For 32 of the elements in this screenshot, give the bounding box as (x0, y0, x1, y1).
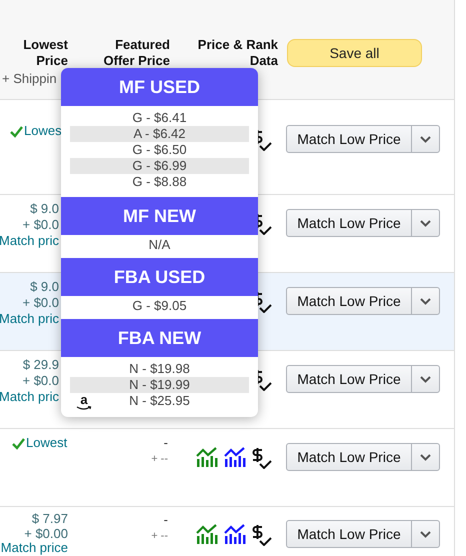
column-subheader: + Shippin (1, 71, 58, 87)
featured-shipping: + -- (150, 452, 168, 467)
offer-row-text: G - $6.41 (131, 110, 188, 126)
offer-row: A - $6.42 (70, 126, 249, 142)
section-header: FBA NEW (61, 319, 258, 357)
lowest-price: $ 9.0 (30, 279, 59, 295)
offer-row: N - $19.99 (70, 377, 249, 393)
section-header: MF USED (61, 68, 258, 106)
offer-price: N - $25.95 (129, 393, 190, 408)
offer-row: G - $6.99 (70, 158, 249, 174)
featured-shipping: + -- (150, 529, 168, 544)
offer-row-text: G - $9.05 (131, 298, 188, 314)
featured-price: - (162, 512, 168, 528)
lowest-price: $ 29.9 (22, 357, 59, 373)
shipping-price: + $0.0 (22, 295, 59, 311)
shipping-price: + $0.00 (23, 526, 68, 541)
column-header: Price & Rank Data (196, 37, 278, 69)
section-header: FBA USED (61, 258, 258, 296)
offer-row-text: N/A (148, 237, 172, 253)
offer-row-text: G - $6.50 (131, 142, 188, 158)
lowest-label: Lowest (26, 435, 68, 451)
offer-row-text: N - $19.98 (128, 361, 191, 377)
shipping-price: + $0.0 (22, 217, 59, 233)
lowest-price: $ 7.97 (30, 512, 68, 526)
section-header: MF NEW (61, 197, 258, 235)
featured-price: - (162, 435, 168, 451)
lowest-label: Lowes (24, 123, 62, 139)
column-header: Lowest Price (22, 37, 68, 69)
lowest-price: $ 9.0 (30, 201, 59, 217)
shipping-price: + $0.0 (22, 373, 59, 389)
offer-row-text: G - $8.88 (131, 174, 188, 190)
column-header: Featured Offer Price (102, 37, 170, 69)
